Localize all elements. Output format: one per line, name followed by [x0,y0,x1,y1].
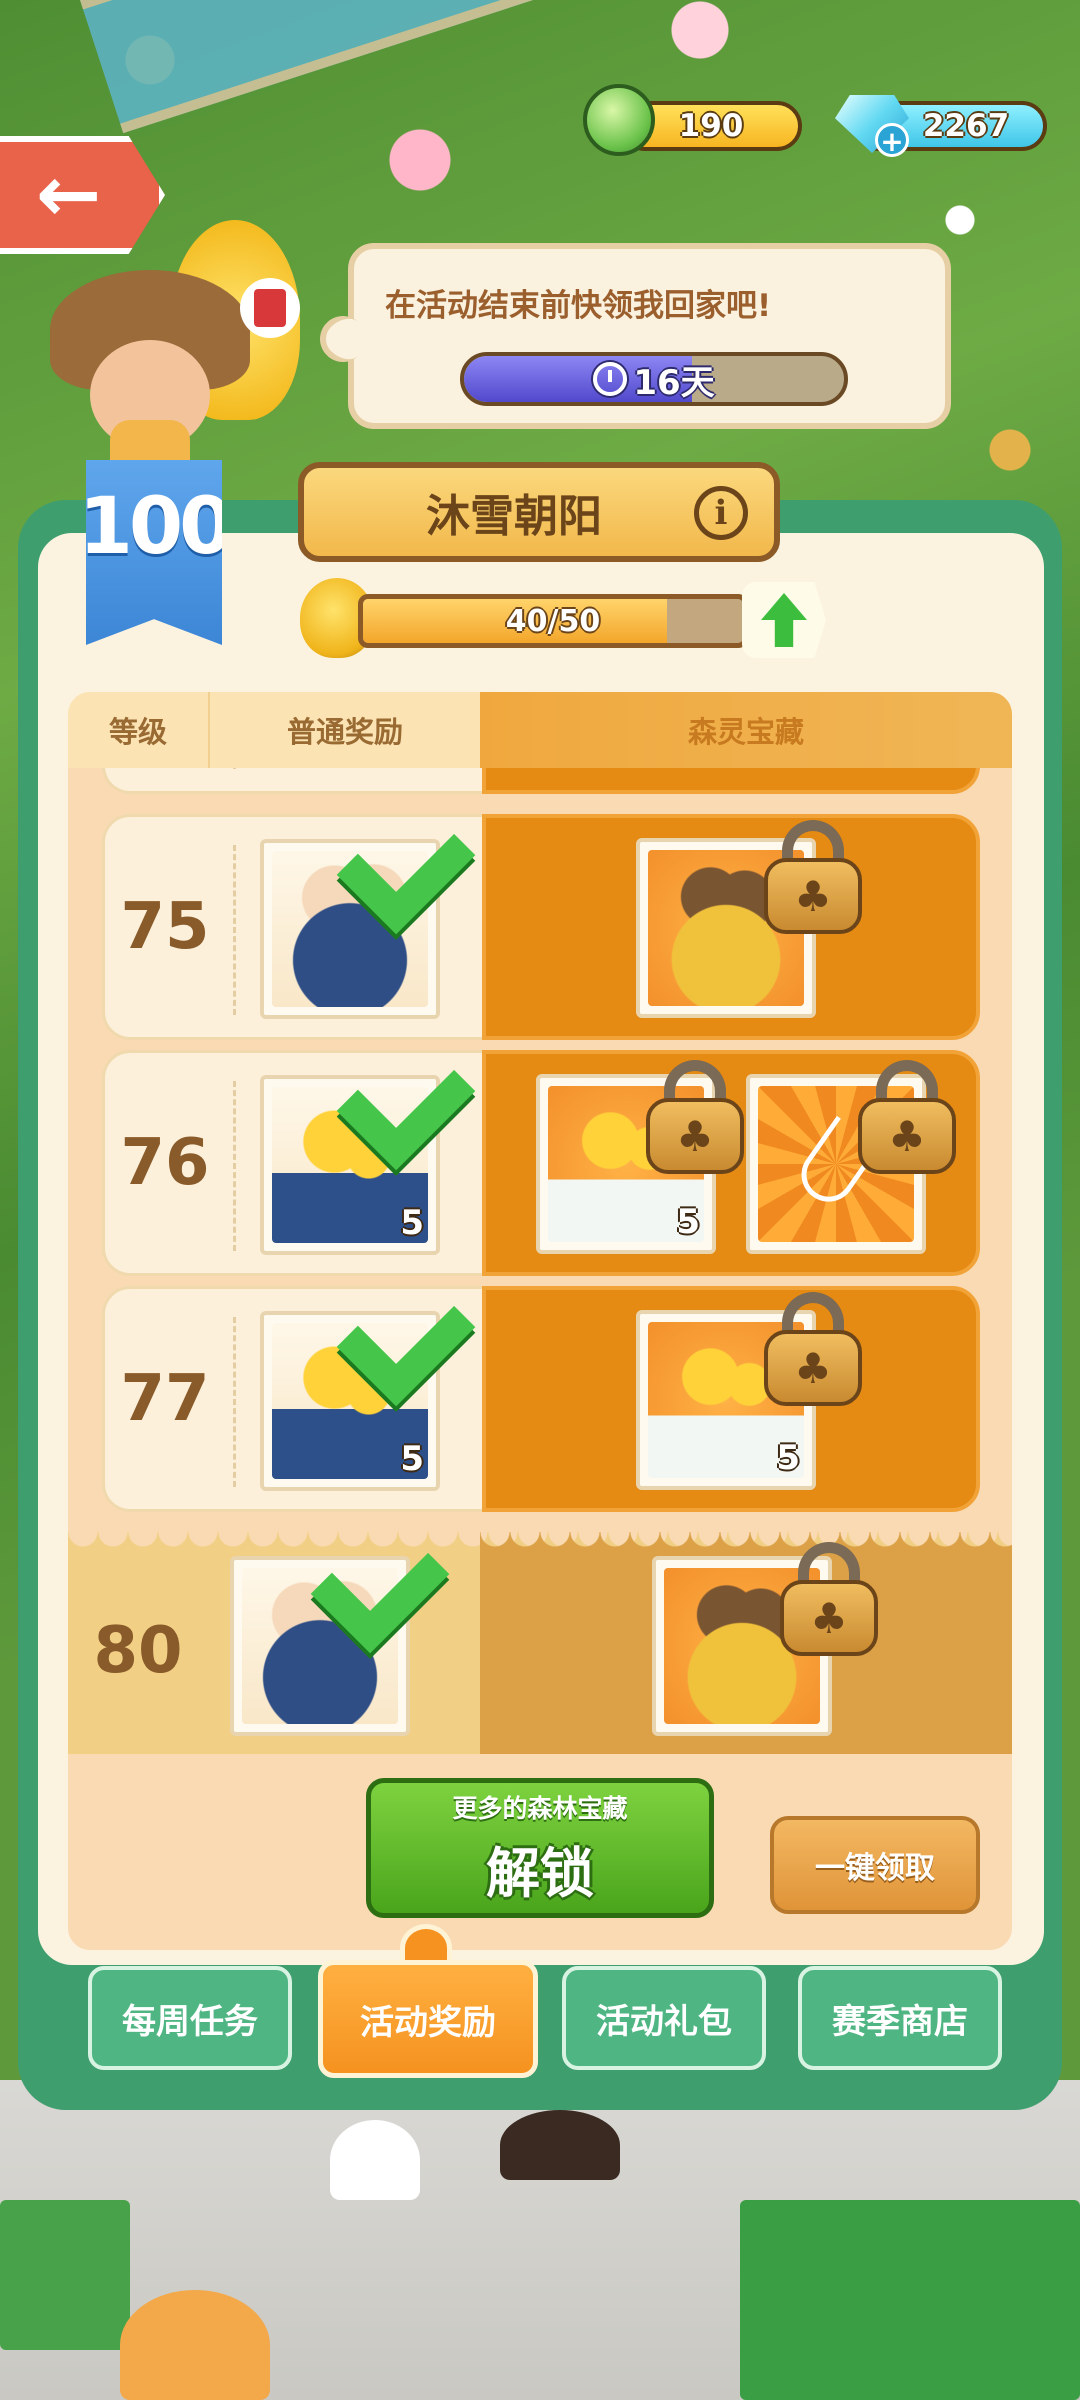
reward-row-partial [102,768,980,794]
normal-reward-cell: 80 [68,1514,480,1754]
reward-quantity: 5 [676,1202,700,1242]
tab-weekly-tasks[interactable]: 每周任务 [88,1966,292,2070]
clock-icon [593,362,628,396]
tab-event-bundles[interactable]: 活动礼包 [562,1966,766,2070]
mascot-character [20,220,300,480]
row-level: 77 [120,1362,210,1436]
premium-reward-cell: 5 ♣ [482,1286,980,1512]
info-icon[interactable]: i [694,486,748,540]
up-arrow-icon [761,593,807,647]
unlock-subtitle: 更多的森林宝藏 [452,1793,628,1823]
row-level: 75 [120,890,210,964]
premium-reward-cell: ♣ [482,814,980,1040]
level-ribbon: 100 [86,460,222,645]
xp-progress-text: 40/50 [505,603,601,639]
normal-reward-cell: 75 [102,795,482,1040]
normal-reward-cell: 77 5 [102,1267,482,1512]
lock-icon: ♣ [764,820,862,934]
row-level: 80 [93,1614,183,1688]
current-level: 100 [78,482,230,572]
header-premium-reward: 森灵宝藏 [480,692,1012,768]
reward-quantity: 5 [400,1439,424,1479]
reward-quantity: 5 [400,1203,424,1243]
speech-text: 在活动结束前快领我回家吧! [385,288,772,324]
header-level: 等级 [68,692,208,768]
reward-quantity: 5 [776,1438,800,1478]
tab-season-shop[interactable]: 赛季商店 [798,1966,1002,2070]
premium-reward-cell: 5 ♣ ♣ [482,1050,980,1276]
header-normal-reward: 普通奖励 [208,692,480,768]
tab-event-rewards[interactable]: 活动奖励 [318,1960,538,2078]
row-level: 76 [120,1126,210,1200]
lock-icon: ♣ [764,1292,862,1406]
season-title: 沐雪朝阳 [426,491,602,542]
level-up-button[interactable] [742,582,826,658]
coin-amount: 190 [678,108,744,144]
event-timer-text: 16天 [633,362,715,403]
lock-icon: ♣ [646,1060,744,1174]
reward-row-80-pinned: 80 ♣ [68,1514,1012,1754]
gem-amount: 2267 [922,108,1010,144]
reward-row-77: 77 5 5 ♣ [102,1267,980,1512]
event-timer-label: 16天 [460,352,848,406]
reward-table-header: 等级 普通奖励 森灵宝藏 [68,692,1012,768]
town-plaza [0,2080,1080,2400]
reward-row-75: 75 ♣ [102,795,980,1040]
lock-icon: ♣ [858,1060,956,1174]
reward-row-76: 76 5 5 ♣ ♣ [102,1031,980,1276]
lock-icon: ♣ [780,1542,878,1656]
normal-reward-cell: 76 5 [102,1031,482,1276]
add-gems-icon[interactable]: + [875,123,909,158]
book-icon[interactable] [240,278,300,338]
frog-coin-icon [583,84,655,156]
season-banner: 沐雪朝阳 i [298,462,780,562]
claim-all-button[interactable]: 一键领取 [770,1816,980,1914]
premium-reward-cell: ♣ [480,1542,1012,1754]
unlock-premium-button[interactable]: 更多的森林宝藏 解锁 [366,1778,714,1918]
unlock-label: 解锁 [486,1841,594,1905]
